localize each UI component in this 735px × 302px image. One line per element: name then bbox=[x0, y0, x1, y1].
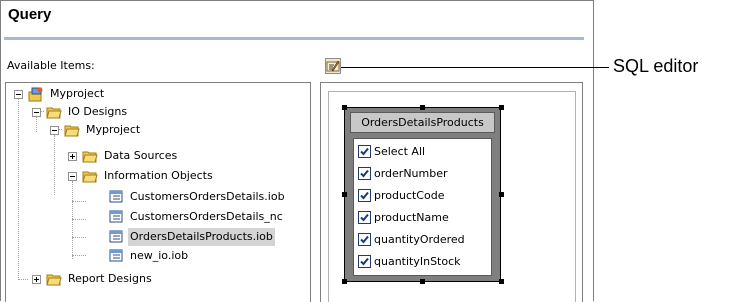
available-items-label: Available Items: bbox=[7, 59, 95, 72]
folder-icon bbox=[46, 274, 62, 286]
folder-icon bbox=[46, 107, 62, 119]
folder-icon bbox=[82, 151, 98, 163]
folder-icon bbox=[82, 171, 98, 183]
table-title[interactable]: OrdersDetailsProducts bbox=[350, 112, 495, 133]
callout-line bbox=[341, 67, 609, 68]
expand-data-sources-toggle[interactable] bbox=[68, 152, 77, 161]
resize-handle[interactable] bbox=[342, 105, 347, 110]
resize-handle[interactable] bbox=[342, 279, 347, 284]
collapse-information-objects-toggle[interactable] bbox=[68, 172, 77, 181]
panel-title: Query bbox=[8, 6, 52, 23]
information-object-icon bbox=[109, 230, 123, 243]
information-object-icon bbox=[109, 210, 123, 223]
resize-handle[interactable] bbox=[342, 192, 347, 197]
resize-handle[interactable] bbox=[499, 279, 504, 284]
project-icon bbox=[28, 87, 43, 102]
resize-handle[interactable] bbox=[420, 279, 425, 284]
sql-editor-icon bbox=[326, 60, 340, 72]
sql-editor-button[interactable] bbox=[325, 58, 341, 74]
table-field-list: Select All orderNumber productCode produ… bbox=[353, 138, 492, 276]
title-divider bbox=[4, 37, 584, 40]
available-items-tree[interactable]: Myproject IO Designs Myproject Data Sour… bbox=[5, 82, 311, 302]
checkbox-checked-icon[interactable] bbox=[358, 211, 371, 224]
resize-handle[interactable] bbox=[499, 192, 504, 197]
collapse-myproject-toggle[interactable] bbox=[14, 90, 23, 99]
checkbox-checked-icon[interactable] bbox=[358, 233, 371, 246]
resize-handle[interactable] bbox=[420, 105, 425, 110]
checkbox-checked-icon[interactable] bbox=[358, 189, 371, 202]
checkbox-checked-icon[interactable] bbox=[358, 167, 371, 180]
information-object-icon bbox=[109, 249, 123, 262]
expand-report-designs-toggle[interactable] bbox=[32, 275, 41, 284]
checkbox-checked-icon[interactable] bbox=[358, 145, 371, 158]
collapse-myproject-folder-toggle[interactable] bbox=[50, 126, 59, 135]
sql-editor-callout: SQL editor bbox=[613, 56, 699, 76]
information-object-icon bbox=[109, 190, 123, 203]
resize-handle[interactable] bbox=[499, 105, 504, 110]
folder-icon bbox=[64, 125, 80, 137]
checkbox-checked-icon[interactable] bbox=[358, 255, 371, 268]
collapse-io-designs-toggle[interactable] bbox=[32, 108, 41, 117]
